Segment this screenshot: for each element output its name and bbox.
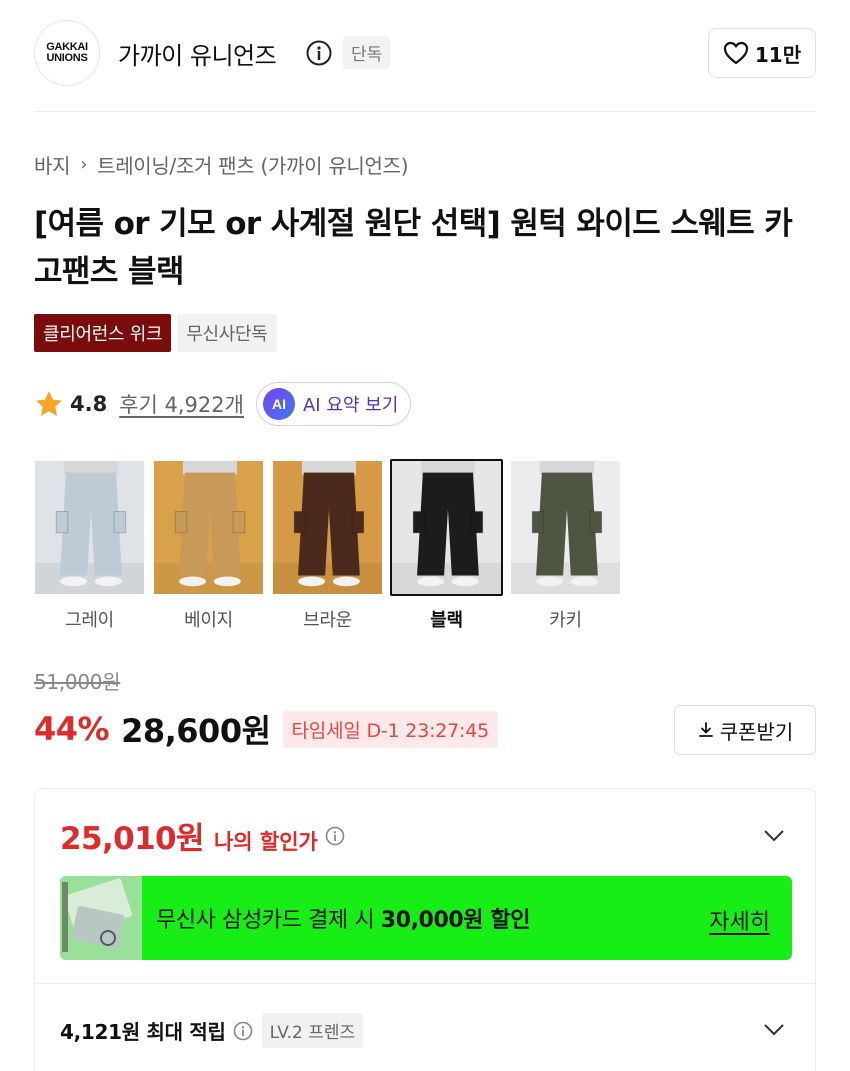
banner-text-prefix: 무신사 삼성카드 결제 시: [156, 908, 381, 933]
clearance-tag: 클리어런스 위크: [34, 314, 172, 352]
coupon-button[interactable]: 쿠폰받기: [674, 705, 816, 755]
ai-summary-label: AI 요약 보기: [302, 395, 399, 416]
color-thumbnail[interactable]: [152, 459, 265, 596]
color-label: 브라운: [303, 610, 352, 631]
color-label: 카키: [549, 610, 582, 631]
pants-image: [392, 461, 501, 594]
pants-image: [154, 461, 263, 594]
card-divider: [35, 983, 815, 984]
chevron-down-icon[interactable]: [763, 829, 785, 843]
color-thumbnail[interactable]: [390, 459, 503, 596]
breadcrumb-category[interactable]: 바지: [34, 150, 71, 179]
card-image: [60, 876, 142, 960]
pants-image: [511, 461, 620, 594]
star-icon: [36, 391, 62, 416]
coupon-label: 쿠폰받기: [719, 719, 794, 744]
header-divider: [34, 111, 816, 112]
chevron-down-icon[interactable]: [763, 1023, 785, 1037]
breadcrumb: 바지 › 트레이닝/조거 팬츠 (가까이 유니언즈): [34, 150, 409, 179]
max-points: 4,121원 최대 적립: [60, 1020, 226, 1044]
pants-image: [35, 461, 144, 594]
brand-logo[interactable]: GAKKAI UNIONS: [34, 20, 100, 86]
member-level-badge: LV.2 프렌즈: [261, 1013, 364, 1048]
color-thumbnail[interactable]: [271, 459, 384, 596]
my-price-row: 25,010원 나의 할인가: [60, 813, 346, 858]
like-button[interactable]: 11만: [708, 28, 816, 78]
color-thumbnail[interactable]: [33, 459, 146, 596]
ai-icon: AI: [262, 388, 295, 420]
color-label: 베이지: [184, 610, 233, 631]
info-icon[interactable]: [305, 39, 333, 67]
banner-detail-link[interactable]: 자세히: [709, 904, 770, 936]
rating-score: 4.8: [70, 392, 108, 416]
discount-rate: 44%: [34, 710, 110, 748]
download-icon: [698, 722, 713, 737]
color-option[interactable]: 카키: [509, 459, 622, 632]
heart-icon: [723, 41, 748, 65]
my-discount-price: 25,010원: [60, 821, 205, 857]
review-count-link[interactable]: 후기 4,922개: [119, 389, 244, 419]
info-icon[interactable]: [232, 1020, 254, 1042]
musinsa-exclusive-tag: 무신사단독: [177, 314, 277, 352]
breadcrumb-subcategory[interactable]: 트레이닝/조거 팬츠 (가까이 유니언즈): [97, 150, 408, 179]
points-row: 4,121원 최대 적립 LV.2 프렌즈: [60, 1013, 364, 1048]
banner-text: 무신사 삼성카드 결제 시 30,000원 할인: [156, 902, 530, 934]
color-thumbnail[interactable]: [509, 459, 622, 596]
sale-price: 28,600원: [121, 712, 271, 750]
like-count: 11만: [754, 42, 802, 67]
timesale-badge: 타임세일 D-1 23:27:45: [282, 710, 499, 748]
my-discount-label: 나의 할인가: [213, 830, 318, 854]
brand-logo-line2: UNIONS: [46, 52, 88, 64]
color-label: 그레이: [65, 610, 114, 631]
original-price: 51,000원: [34, 670, 121, 694]
discount-card: 25,010원 나의 할인가 무신사 삼성카드 결제 시 30,000원 할인 …: [34, 788, 816, 1071]
color-option[interactable]: 브라운: [271, 459, 384, 632]
chevron-right-icon: ›: [80, 154, 88, 175]
price-row: 44% 28,600원 타임세일 D-1 23:27:45: [34, 706, 499, 752]
color-option[interactable]: 블랙: [390, 459, 503, 632]
ai-summary-button[interactable]: AI AI 요약 보기: [255, 382, 412, 426]
color-label: 블랙: [430, 610, 463, 631]
exclusive-badge: 단독: [343, 36, 391, 69]
color-option[interactable]: 베이지: [152, 459, 265, 632]
brand-header: GAKKAI UNIONS 가까이 유니언즈 단독 11만: [34, 18, 816, 88]
brand-name[interactable]: 가까이 유니언즈: [118, 36, 277, 71]
rating-row: 4.8 후기 4,922개 AI AI 요약 보기: [34, 382, 412, 426]
samsung-card-banner[interactable]: 무신사 삼성카드 결제 시 30,000원 할인 자세히: [60, 876, 792, 960]
pants-image: [273, 461, 382, 594]
color-option[interactable]: 그레이: [33, 459, 146, 632]
color-options: 그레이 베이지 브라운 블랙 카키: [33, 459, 622, 632]
info-icon[interactable]: [324, 825, 346, 847]
product-tags: 클리어런스 위크 무신사단독: [34, 314, 277, 352]
banner-amount: 30,000원 할인: [380, 908, 531, 933]
product-title: [여름 or 기모 or 사계절 원단 선택] 원턱 와이드 스웨트 카고팬츠 …: [34, 206, 793, 290]
